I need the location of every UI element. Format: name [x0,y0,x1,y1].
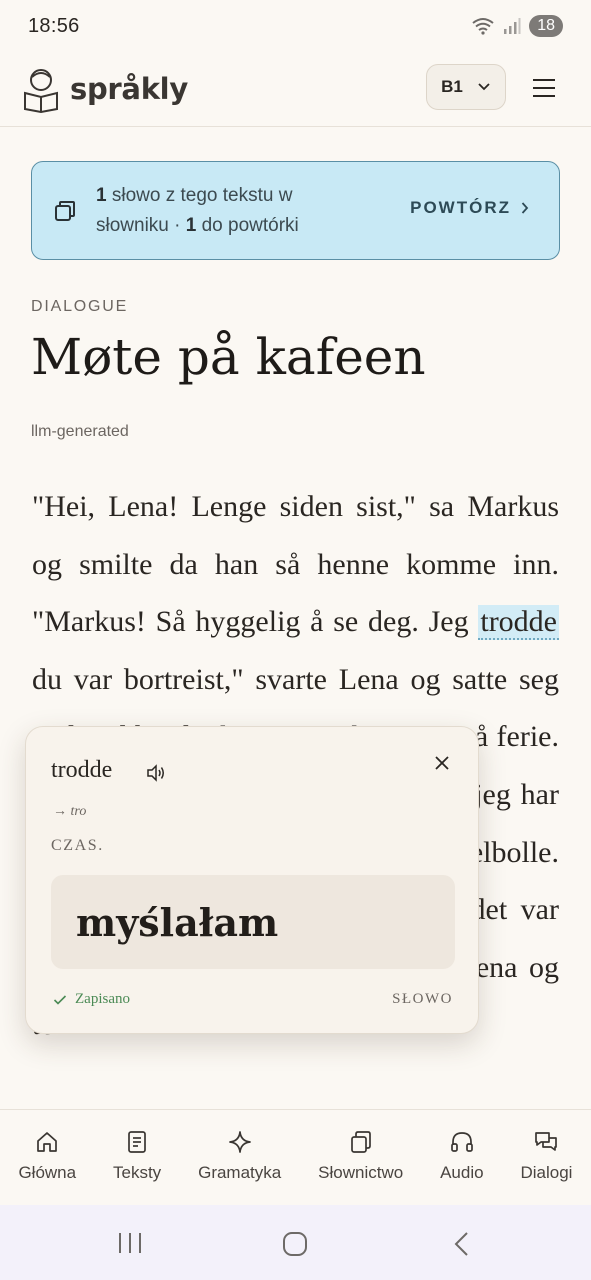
article-category: DIALOGUE [31,298,129,315]
nav-label: Słownictwo [318,1163,404,1182]
banner-word-count: 1 [96,184,107,206]
popup-part-of-speech: CZAS. [51,837,104,854]
document-icon [128,1131,146,1153]
wifi-icon [472,18,494,35]
word-popup: trodde → tro CZAS. myślałam Zapisano SŁO… [25,726,479,1034]
popup-lemma: → tro [53,804,87,819]
speaker-icon[interactable] [146,764,166,782]
check-icon [53,994,67,1005]
chevron-down-icon [478,83,490,91]
bottom-navigation: Główna Teksty Gramatyka Słownictwo Audio [0,1109,591,1205]
nav-label: Audio [440,1163,484,1182]
status-icons: 18 [471,15,563,37]
status-time: 18:56 [28,14,80,37]
nav-item-gramatyka[interactable]: Gramatyka [198,1130,281,1183]
nav-item-audio[interactable]: Audio [440,1130,484,1183]
menu-icon[interactable] [530,74,558,102]
battery-badge: 18 [529,15,563,37]
chat-icon [535,1132,558,1151]
saved-label: Zapisano [75,991,130,1007]
saved-status: Zapisano [53,991,130,1008]
article-title: Møte på kafeen [31,328,426,386]
app-header: språkly B1 [0,52,591,127]
nav-item-glowna[interactable]: Główna [18,1130,76,1183]
back-icon[interactable] [452,1231,470,1257]
popup-type-label: SŁOWO [392,991,453,1007]
headphones-icon [450,1132,473,1152]
nav-label: Gramatyka [198,1163,282,1182]
popup-word: trodde [51,757,113,783]
highlighted-word[interactable]: trodde [478,605,559,641]
popup-translation: myślałam [76,899,279,945]
cards-icon [350,1131,371,1153]
status-bar: 18:56 18 [0,0,591,52]
level-selector[interactable]: B1 [426,64,506,110]
article-source: llm-generated [31,423,129,440]
nav-label: Dialogi [520,1163,573,1182]
review-button[interactable]: POWTÓRZ [410,198,529,218]
banner-review-label: do powtórki [196,214,299,236]
nav-label: Główna [18,1163,77,1182]
level-value: B1 [441,77,463,96]
review-banner[interactable]: 1 słowo z tego tekstu w słowniku · 1 do … [31,161,560,260]
nav-item-dialogi[interactable]: Dialogi [520,1130,572,1183]
logo-reader-icon [24,69,58,113]
nav-label: Teksty [113,1163,162,1182]
cards-icon [55,200,75,221]
nav-item-teksty[interactable]: Teksty [113,1130,161,1183]
nav-item-slownictwo[interactable]: Słownictwo [318,1130,403,1183]
app-logo-text: språkly [70,72,188,106]
sparkle-icon [228,1131,251,1153]
system-navigation [0,1205,591,1280]
recent-apps-icon[interactable] [117,1231,143,1255]
home-button-icon[interactable] [282,1231,308,1257]
chevron-right-icon [521,202,529,214]
signal-icon [504,18,521,34]
banner-text: 1 słowo z tego tekstu w słowniku · 1 do … [96,181,346,241]
banner-review-count: 1 [185,214,197,236]
translation-box: myślałam [51,875,455,969]
review-button-label: POWTÓRZ [410,198,511,217]
close-icon[interactable] [433,754,451,772]
home-icon [37,1132,58,1152]
